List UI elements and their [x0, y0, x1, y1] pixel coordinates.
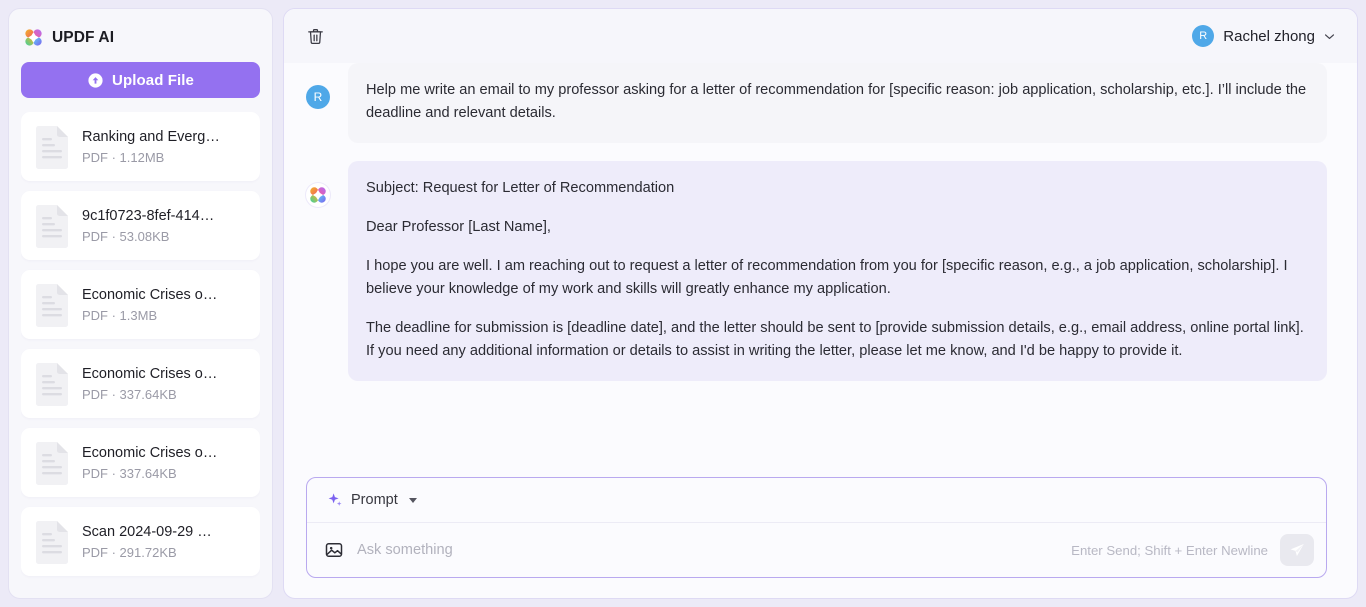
pdf-document-icon: [33, 283, 71, 327]
avatar: R: [1192, 25, 1215, 47]
main-panel: R Rachel zhong R Help me write an email …: [283, 8, 1358, 599]
topbar: R Rachel zhong: [284, 9, 1357, 63]
send-button[interactable]: [1280, 534, 1314, 566]
caret-down-icon: [408, 497, 417, 503]
composer: Prompt Enter Send; Shift + Enter Newline: [306, 477, 1327, 578]
ai-message-paragraph: I hope you are well. I am reaching out t…: [366, 258, 1288, 297]
sidebar: UPDF AI Upload File Ranking and Everg… P…: [8, 8, 273, 599]
file-name: Scan 2024-09-29 …: [82, 523, 212, 540]
file-list-item[interactable]: Scan 2024-09-29 … PDF · 291.72KB: [21, 507, 260, 576]
file-meta: Economic Crises o… PDF · 1.3MB: [82, 287, 217, 323]
upload-file-button[interactable]: Upload File: [21, 62, 260, 98]
ai-message: Subject: Request for Letter of Recommend…: [306, 161, 1327, 381]
user-menu[interactable]: R Rachel zhong: [1192, 25, 1335, 47]
file-subtitle: PDF · 1.3MB: [82, 307, 158, 323]
sparkle-icon: [327, 492, 343, 508]
file-subtitle: PDF · 1.12MB: [82, 149, 165, 165]
ai-message-paragraph: Dear Professor [Last Name],: [366, 219, 551, 235]
image-icon[interactable]: [323, 539, 345, 561]
file-subtitle: PDF · 53.08KB: [82, 228, 170, 244]
send-hint-text: Enter Send; Shift + Enter Newline: [1071, 542, 1268, 558]
app-root: UPDF AI Upload File Ranking and Everg… P…: [0, 0, 1366, 607]
trash-icon[interactable]: [302, 23, 328, 49]
pdf-document-icon: [33, 362, 71, 406]
file-subtitle: PDF · 291.72KB: [82, 544, 177, 560]
file-list-item[interactable]: Ranking and Everg… PDF · 1.12MB: [21, 112, 260, 181]
file-meta: 9c1f0723-8fef-414… PDF · 53.08KB: [82, 208, 214, 244]
ai-message-bubble: Subject: Request for Letter of Recommend…: [348, 161, 1327, 381]
avatar-initial: R: [306, 85, 330, 109]
pdf-document-icon: [33, 520, 71, 564]
ask-something-input[interactable]: [357, 542, 1060, 558]
file-subtitle: PDF · 337.64KB: [82, 465, 177, 481]
file-name: 9c1f0723-8fef-414…: [82, 207, 215, 224]
prompt-dropdown-button[interactable]: Prompt: [323, 489, 421, 511]
user-message-text: Help me write an email to my professor a…: [366, 82, 1307, 121]
brand-title: UPDF AI: [52, 28, 115, 46]
user-name: Rachel zhong: [1223, 27, 1315, 45]
updf-flower-logo-icon: [306, 183, 330, 207]
file-meta: Economic Crises o… PDF · 337.64KB: [82, 445, 217, 481]
pdf-document-icon: [33, 441, 71, 485]
ai-message-paragraph: The deadline for submission is [deadline…: [366, 320, 1304, 359]
chevron-down-icon: [1324, 33, 1335, 40]
file-subtitle: PDF · 337.64KB: [82, 386, 177, 402]
prompt-label: Prompt: [351, 492, 398, 508]
updf-flower-logo-icon: [24, 28, 43, 47]
file-meta: Scan 2024-09-29 … PDF · 291.72KB: [82, 524, 212, 560]
brand: UPDF AI: [21, 23, 260, 49]
upload-file-label: Upload File: [112, 71, 194, 89]
file-list-item[interactable]: Economic Crises o… PDF · 337.64KB: [21, 349, 260, 418]
file-name: Economic Crises o…: [82, 365, 218, 382]
user-message-bubble: Help me write an email to my professor a…: [348, 63, 1327, 143]
composer-wrap: Prompt Enter Send; Shift + Enter Newline: [284, 471, 1357, 598]
file-name: Ranking and Everg…: [82, 128, 220, 145]
ai-avatar: [306, 183, 330, 207]
file-list-item[interactable]: Economic Crises o… PDF · 1.3MB: [21, 270, 260, 339]
file-list-item[interactable]: 9c1f0723-8fef-414… PDF · 53.08KB: [21, 191, 260, 260]
user-avatar: R: [306, 85, 330, 109]
user-message: R Help me write an email to my professor…: [306, 63, 1327, 143]
file-name: Economic Crises o…: [82, 444, 218, 461]
file-meta: Ranking and Everg… PDF · 1.12MB: [82, 129, 220, 165]
pdf-document-icon: [33, 204, 71, 248]
ai-message-paragraph: Subject: Request for Letter of Recommend…: [366, 180, 675, 196]
composer-toolbar: Prompt: [307, 478, 1326, 523]
chat-thread: R Help me write an email to my professor…: [284, 63, 1357, 471]
upload-arrow-icon: [87, 72, 104, 89]
pdf-document-icon: [33, 125, 71, 169]
file-name: Economic Crises o…: [82, 286, 218, 303]
file-list: Ranking and Everg… PDF · 1.12MB 9c1f0723…: [21, 112, 260, 588]
file-list-item[interactable]: Economic Crises o… PDF · 337.64KB: [21, 428, 260, 497]
composer-input-row: Enter Send; Shift + Enter Newline: [307, 523, 1326, 577]
file-meta: Economic Crises o… PDF · 337.64KB: [82, 366, 217, 402]
